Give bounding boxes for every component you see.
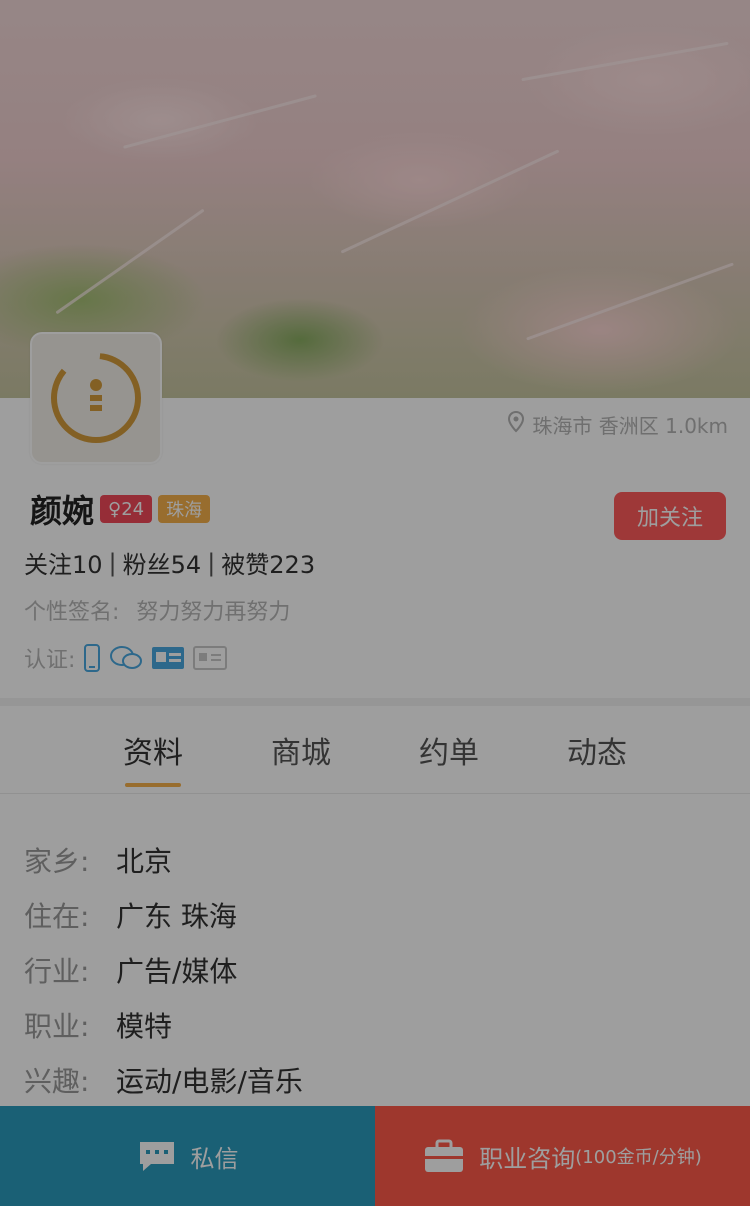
message-label: 私信 xyxy=(190,1144,239,1173)
avatar-logo-icon xyxy=(51,353,141,443)
avatar[interactable] xyxy=(30,332,162,464)
stats-row: 关注10 | 粉丝54 | 被赞223 xyxy=(24,545,315,580)
info-value: 北京 xyxy=(116,844,173,878)
info-key: 兴趣: xyxy=(24,1064,90,1098)
signature-row: 个性签名: 努力努力再努力 xyxy=(24,594,290,626)
chat-bubble-icon xyxy=(137,1139,177,1173)
other-verified-icon xyxy=(193,646,228,670)
tab-moments[interactable]: 动态 xyxy=(523,706,671,793)
consult-button[interactable]: 职业咨询 (100金币/分钟) xyxy=(375,1106,750,1206)
location-text: 珠海市 香洲区 1.0km xyxy=(532,413,728,438)
info-value: 模特 xyxy=(116,1009,173,1043)
info-row-residence: 住在: 广东 珠海 xyxy=(24,887,724,942)
location: 珠海市 香洲区 1.0km xyxy=(508,410,728,438)
info-row-occupation: 职业: 模特 xyxy=(24,997,724,1052)
info-key: 住在: xyxy=(24,899,90,933)
follow-button[interactable]: 加关注 xyxy=(614,492,726,540)
following-count[interactable]: 关注10 xyxy=(24,545,103,580)
info-row-industry: 行业: 广告/媒体 xyxy=(24,942,724,997)
consult-label: 职业咨询 xyxy=(479,1144,576,1173)
profile-info-list: 家乡: 北京 住在: 广东 珠海 行业: 广告/媒体 职业: 模特 兴趣: 运动… xyxy=(24,832,724,1107)
stats-separator: | xyxy=(108,548,117,577)
signature-label: 个性签名: xyxy=(24,600,120,625)
info-row-interests: 兴趣: 运动/电影/音乐 xyxy=(24,1052,724,1107)
briefcase-icon xyxy=(423,1138,465,1174)
verification-label: 认证: xyxy=(24,648,76,673)
signature-text: 努力努力再努力 xyxy=(136,600,291,625)
info-key: 职业: xyxy=(24,1009,90,1043)
info-value: 运动/电影/音乐 xyxy=(116,1064,303,1098)
wechat-verified-icon xyxy=(109,645,143,671)
consult-price: (100金币/分钟) xyxy=(575,1147,702,1168)
info-key: 家乡: xyxy=(24,844,90,878)
fans-count[interactable]: 粉丝54 xyxy=(123,545,202,580)
tab-profile[interactable]: 资料 xyxy=(79,706,227,793)
gender-age-badge: ♀24 xyxy=(100,495,153,523)
city-badge: 珠海 xyxy=(158,495,211,523)
info-row-hometown: 家乡: 北京 xyxy=(24,832,724,887)
name-row: 颜婉 ♀24 珠海 xyxy=(30,486,211,532)
info-value: 广东 珠海 xyxy=(116,899,237,933)
user-name: 颜婉 xyxy=(30,492,95,530)
id-card-verified-icon xyxy=(151,646,185,670)
tab-shop[interactable]: 商城 xyxy=(227,706,375,793)
likes-count: 被赞223 xyxy=(221,551,316,579)
tab-bar: 资料 商城 约单 动态 xyxy=(0,706,750,794)
phone-verified-icon xyxy=(83,644,101,672)
profile-page: 珠海市 香洲区 1.0km 颜婉 ♀24 珠海 加关注 关注10 | 粉丝54 … xyxy=(0,0,750,1206)
section-divider xyxy=(0,698,750,706)
tab-orders[interactable]: 约单 xyxy=(375,706,523,793)
bottom-action-bar: 私信 职业咨询 (100金币/分钟) xyxy=(0,1106,750,1206)
location-pin-icon xyxy=(508,410,525,438)
verification-row: 认证: xyxy=(24,642,228,674)
info-value: 广告/媒体 xyxy=(116,954,238,988)
info-key: 行业: xyxy=(24,954,90,988)
message-button[interactable]: 私信 xyxy=(0,1106,375,1206)
stats-separator: | xyxy=(207,548,216,577)
